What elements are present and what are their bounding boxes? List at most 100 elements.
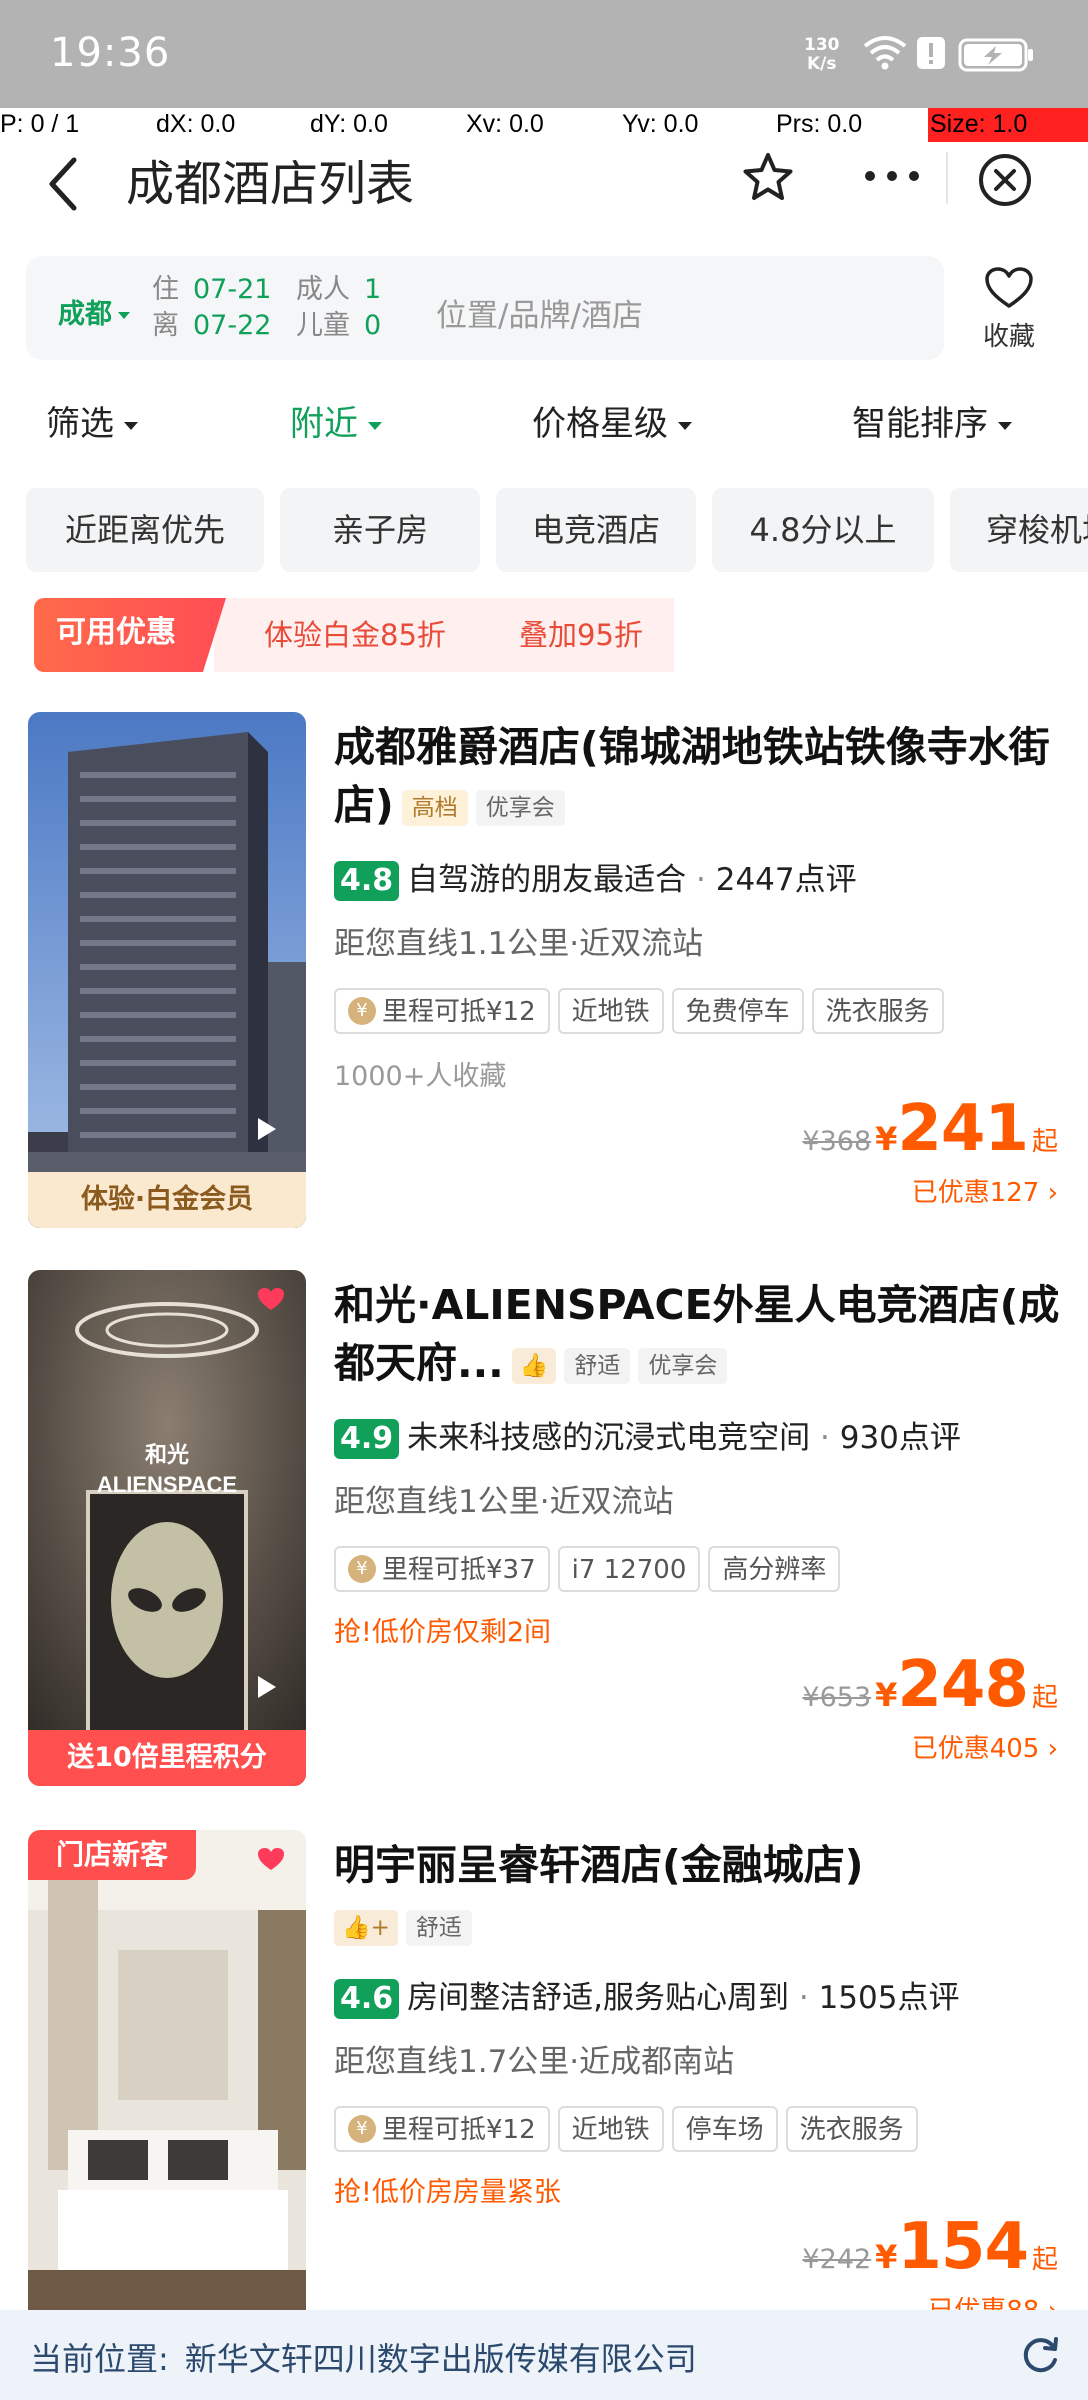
- grade-badge: 高档: [401, 790, 468, 826]
- member-badge: 优享会: [638, 1348, 728, 1384]
- close-icon[interactable]: [977, 152, 1033, 208]
- amenity-tags: ¥ 里程可抵¥12 近地铁 免费停车 洗衣服务: [334, 988, 952, 1034]
- mileage-tag: ¥ 里程可抵¥37: [334, 1546, 550, 1592]
- chip-esports-hotel[interactable]: 电竞酒店: [496, 488, 696, 572]
- checkin-date: 07-21: [193, 274, 272, 305]
- score-badge: 4.9: [334, 1419, 400, 1459]
- price-block[interactable]: ¥368 ¥241 起 已优惠127 ›: [802, 1092, 1058, 1209]
- promo-offer-stack: 叠加95折: [488, 598, 674, 672]
- more-options-icon[interactable]: [862, 168, 922, 184]
- price-block[interactable]: ¥653 ¥248 起 已优惠405 ›: [802, 1648, 1058, 1765]
- quick-filter-chips: 近距离优先 亲子房 电竞酒店 4.8分以上 穿梭机场: [26, 488, 1088, 572]
- status-time: 19:36: [50, 30, 171, 76]
- filter-nearby[interactable]: 附近: [290, 396, 382, 445]
- status-bar: 19:36 130 K/s: [0, 0, 1088, 108]
- filter-price-star[interactable]: 价格星级: [532, 396, 692, 445]
- original-price: ¥653: [802, 1682, 872, 1713]
- rating-row: 4.9 未来科技感的沉浸式电竞空间 · 930点评: [334, 1412, 961, 1459]
- amenity-tag: 免费停车: [671, 988, 804, 1034]
- mileage-tag: ¥ 里程可抵¥12: [334, 988, 550, 1034]
- hotel-photo[interactable]: 体验·白金会员: [28, 712, 306, 1228]
- star-favorite-icon[interactable]: [740, 150, 796, 206]
- debug-size: Size: 1.0: [928, 108, 1088, 142]
- debug-yv: Yv: 0.0: [622, 110, 699, 138]
- heart-icon[interactable]: [256, 1846, 286, 1872]
- chip-family-room[interactable]: 亲子房: [280, 488, 480, 572]
- amenity-tags: ¥ 里程可抵¥37 i7 12700 高分辨率: [334, 1546, 848, 1592]
- photo-brand-cn: 和光: [145, 1442, 189, 1467]
- refresh-icon[interactable]: [1020, 2334, 1062, 2376]
- heart-icon[interactable]: [256, 1286, 286, 1312]
- discount-link[interactable]: 已优惠405 ›: [802, 1728, 1058, 1765]
- scarcity-text: 抢!低价房房量紧张: [334, 2177, 561, 2208]
- current-price: 248: [897, 1648, 1029, 1722]
- date-selector[interactable]: 住 07-21 离 07-22: [152, 272, 271, 344]
- new-customer-tag: 门店新客: [28, 1830, 196, 1880]
- scarcity-text: 抢!低价房仅剩2间: [334, 1617, 552, 1648]
- hotel-photo[interactable]: 和光 ALIENSPACE 送10倍里程积分: [28, 1270, 306, 1786]
- original-price: ¥368: [802, 1126, 872, 1157]
- city-selector[interactable]: 成都: [58, 292, 130, 331]
- wifi-icon: [863, 36, 907, 70]
- title-bar-divider: [946, 152, 948, 204]
- promo-offer-platinum: 体验白金85折: [214, 598, 510, 672]
- original-price: ¥242: [802, 2244, 872, 2275]
- chevron-down-icon: [998, 421, 1012, 430]
- coin-icon: ¥: [348, 996, 376, 1025]
- amenity-tag: 洗衣服务: [785, 2106, 918, 2152]
- back-arrow-icon[interactable]: [40, 148, 90, 218]
- hotel-esports-image: 和光 ALIENSPACE: [28, 1270, 306, 1786]
- rating-row: 4.6 房间整洁舒适,服务贴心周到 · 1505点评: [334, 1972, 959, 2019]
- adults-count: 1: [364, 274, 382, 305]
- discount-link[interactable]: 已优惠127 ›: [802, 1172, 1058, 1209]
- play-video-icon[interactable]: [254, 1116, 278, 1142]
- hotel-name[interactable]: 和光·ALIENSPACE外星人电竞酒店(成都天府... 👍 舒适 优享会: [334, 1276, 1064, 1392]
- review-count: 1505点评: [818, 1980, 960, 2016]
- distance-text: 距您直线1公里·近双流站: [334, 1484, 674, 1520]
- photo-brand-en: ALIENSPACE: [97, 1472, 237, 1497]
- score-badge: 4.8: [334, 861, 400, 901]
- checkout-date: 07-22: [193, 310, 272, 341]
- member-badge: 优享会: [475, 790, 565, 826]
- chip-airport-shuttle[interactable]: 穿梭机场: [950, 488, 1088, 572]
- filter-bar: 筛选 附近 价格星级 智能排序: [0, 390, 1088, 450]
- search-input[interactable]: 位置/品牌/酒店: [436, 290, 643, 335]
- favorites-button[interactable]: 收藏: [966, 266, 1052, 353]
- net-speed: 130 K/s: [804, 35, 840, 74]
- hotel-name[interactable]: 成都雅爵酒店(锦城湖地铁站铁像寺水街店) 高档 优享会: [334, 718, 1064, 834]
- title-bar: 成都酒店列表: [0, 142, 1088, 252]
- amenity-tag: 停车场: [671, 2106, 778, 2152]
- hotel-name[interactable]: 明宇丽呈睿轩酒店(金融城店): [334, 1836, 1064, 1894]
- amenity-tag: 高分辨率: [708, 1546, 841, 1592]
- hotel-badges: 👍+ 舒适: [334, 1910, 472, 1946]
- guest-selector[interactable]: 成人 1 儿童 0: [296, 272, 381, 344]
- filter-screen[interactable]: 筛选: [46, 396, 138, 445]
- play-video-icon[interactable]: [254, 2236, 278, 2262]
- heart-icon: [985, 267, 1033, 308]
- favorites-count: 1000+人收藏: [334, 1061, 507, 1092]
- debug-prs: Prs: 0.0: [776, 110, 863, 138]
- battery-charging-icon: [958, 38, 1033, 72]
- filter-smart-sort[interactable]: 智能排序: [852, 396, 1012, 445]
- amenity-tag: 近地铁: [557, 2106, 664, 2152]
- grade-badge: 舒适: [405, 1910, 472, 1946]
- hotel-building-image: [28, 712, 306, 1228]
- thumbs-up-icon: 👍+: [334, 1910, 398, 1946]
- children-count: 0: [364, 310, 382, 341]
- chip-rating-4-8[interactable]: 4.8分以上: [712, 488, 934, 572]
- play-video-icon[interactable]: [254, 1674, 278, 1700]
- current-location-bar: 当前位置: 新华文轩四川数字出版传媒有限公司: [0, 2310, 1088, 2400]
- score-badge: 4.6: [334, 1979, 400, 2019]
- chevron-down-icon: [368, 421, 382, 430]
- current-price: 241: [897, 1092, 1029, 1166]
- page-title: 成都酒店列表: [126, 156, 415, 212]
- hotel-photo[interactable]: 门店新客: [28, 1830, 306, 2310]
- alert-icon: [917, 37, 945, 69]
- coin-icon: ¥: [348, 1554, 376, 1583]
- mileage-tag: ¥ 里程可抵¥12: [334, 2106, 550, 2152]
- review-count: 930点评: [839, 1420, 961, 1456]
- amenity-tag: i7 12700: [557, 1546, 701, 1592]
- search-bar[interactable]: 成都 住 07-21 离 07-22 成人 1 儿童 0 位置/品牌/酒店: [26, 256, 944, 360]
- chip-nearest-first[interactable]: 近距离优先: [26, 488, 264, 572]
- amenity-tags: ¥ 里程可抵¥12 近地铁 停车场 洗衣服务: [334, 2106, 926, 2152]
